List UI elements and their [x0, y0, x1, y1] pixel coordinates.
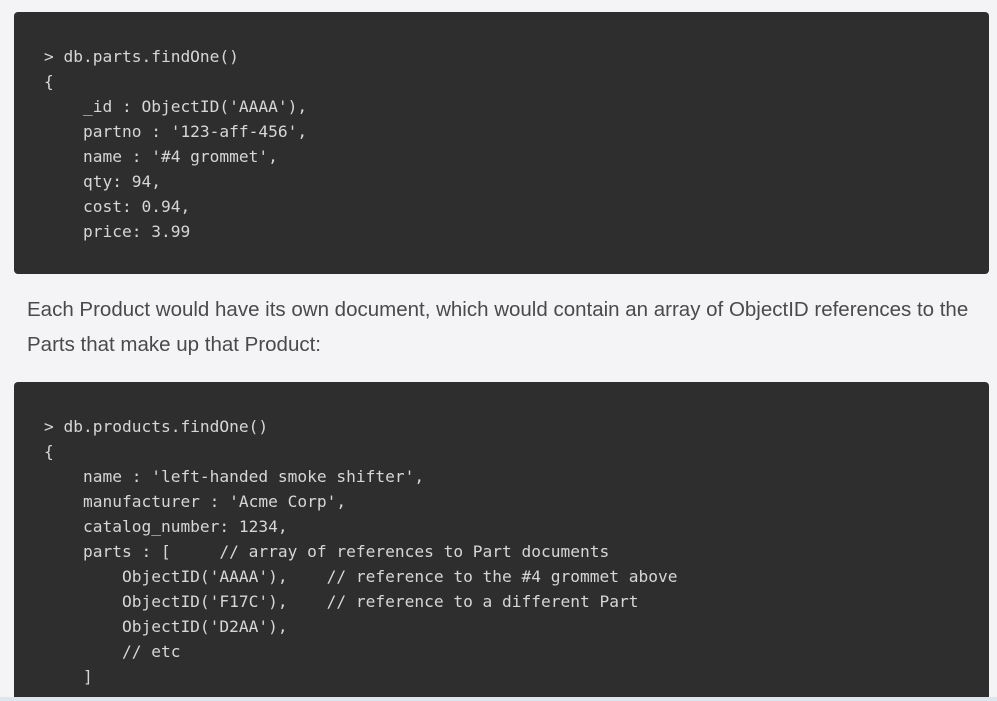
code-line: parts : [ // array of references to Part… — [44, 542, 610, 561]
code-line: name : 'left-handed smoke shifter', — [44, 467, 425, 486]
code-line: price: 3.99 — [44, 222, 191, 241]
code-line: > db.products.findOne() — [44, 417, 269, 436]
code-line: { — [44, 442, 54, 461]
code-line: ObjectID('AAAA'), // reference to the #4… — [44, 567, 678, 586]
code-line: ObjectID('D2AA'), — [44, 617, 288, 636]
code-line: qty: 94, — [44, 172, 161, 191]
code-block-parts: > db.parts.findOne() { _id : ObjectID('A… — [14, 12, 989, 274]
code-line: catalog_number: 1234, — [44, 517, 288, 536]
bottom-edge-bar — [0, 697, 997, 701]
code-line: cost: 0.94, — [44, 197, 191, 216]
code-line: ObjectID('F17C'), // reference to a diff… — [44, 592, 639, 611]
code-block-products: > db.products.findOne() { name : 'left-h… — [14, 382, 989, 701]
code-line: > db.parts.findOne() — [44, 47, 239, 66]
code-line: ] — [44, 667, 93, 686]
code-line: // etc — [44, 642, 181, 661]
code-line: _id : ObjectID('AAAA'), — [44, 97, 308, 116]
code-line: manufacturer : 'Acme Corp', — [44, 492, 347, 511]
code-line: { — [44, 72, 54, 91]
body-paragraph: Each Product would have its own document… — [27, 298, 969, 356]
code-line: partno : '123-aff-456', — [44, 122, 308, 141]
code-line: name : '#4 grommet', — [44, 147, 278, 166]
